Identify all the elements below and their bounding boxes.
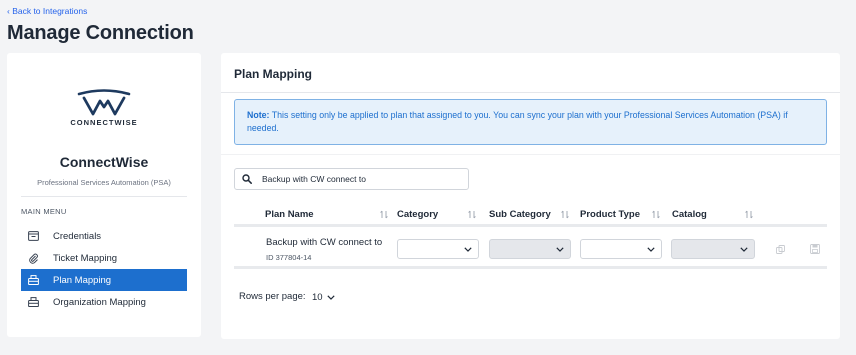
connectwise-logo: CONNECTWISE (7, 89, 201, 127)
column-header-sub-category[interactable]: Sub Category (489, 209, 551, 220)
column-header-catalog[interactable]: Catalog (672, 209, 707, 220)
rows-per-page-label: Rows per page: (239, 291, 306, 302)
sidebar-item-label: Organization Mapping (53, 296, 146, 308)
page-title: Manage Connection (7, 22, 194, 44)
plan-icon (27, 274, 39, 286)
section-divider (221, 154, 840, 155)
note-label: Note: (247, 110, 270, 120)
column-header-category[interactable]: Category (397, 209, 438, 220)
paperclip-icon (27, 252, 39, 264)
save-icon[interactable] (810, 244, 820, 254)
column-header-plan-name[interactable]: Plan Name (265, 209, 314, 220)
sidebar-item-credentials[interactable]: Credentials (21, 225, 187, 247)
sidebar-item-label: Credentials (53, 230, 102, 242)
category-select[interactable] (397, 239, 479, 259)
note-text: This setting only be applied to plan tha… (247, 110, 788, 133)
brand-name: ConnectWise (59, 154, 149, 170)
rows-per-page-select[interactable]: 10 (309, 289, 338, 305)
sidebar-item-label: Plan Mapping (53, 274, 112, 286)
search-box[interactable] (234, 168, 469, 190)
table-row: Backup with CW connect to ID 377804-14 (234, 229, 827, 269)
sub-category-select[interactable] (489, 239, 571, 259)
chevron-down-icon (647, 246, 655, 252)
menu-heading: MAIN MENU (21, 207, 67, 216)
connectwise-logo-mark (77, 89, 131, 116)
note-banner: Note: This setting only be applied to pl… (234, 99, 827, 145)
table-header: Plan Name Category Sub Category Product … (234, 202, 827, 227)
sidebar: CONNECTWISE ConnectWise Professional Ser… (7, 53, 201, 337)
card-title: Plan Mapping (234, 67, 312, 81)
organization-icon (27, 296, 39, 308)
back-to-integrations-link[interactable]: ‹ Back to Integrations (7, 6, 87, 16)
column-header-product-type[interactable]: Product Type (580, 209, 640, 220)
sort-icon[interactable] (561, 210, 569, 219)
sort-icon[interactable] (652, 210, 660, 219)
sidebar-item-plan-mapping[interactable]: Plan Mapping (21, 269, 187, 291)
search-input[interactable] (259, 174, 459, 184)
sort-icon[interactable] (745, 210, 753, 219)
product-type-select[interactable] (580, 239, 662, 259)
sidebar-item-organization-mapping[interactable]: Organization Mapping (21, 291, 187, 313)
title-divider (221, 92, 840, 93)
credentials-icon (27, 230, 39, 242)
sidebar-item-label: Ticket Mapping (53, 252, 118, 264)
brand-subtitle: Professional Services Automation (PSA) (37, 178, 171, 187)
sidebar-item-ticket-mapping[interactable]: Ticket Mapping (21, 247, 187, 269)
chevron-down-icon (556, 246, 564, 252)
plan-mapping-card: Plan Mapping Note: This setting only be … (221, 53, 840, 339)
logo-text: CONNECTWISE (70, 118, 138, 127)
chevron-down-icon (326, 294, 335, 300)
catalog-select[interactable] (671, 239, 755, 259)
chevron-down-icon (740, 246, 748, 252)
sort-icon[interactable] (468, 210, 476, 219)
search-icon (235, 174, 259, 184)
rows-per-page-value: 10 (312, 291, 323, 303)
sort-icon[interactable] (380, 210, 388, 219)
sync-icon[interactable] (775, 244, 785, 254)
plan-id: ID 377804-14 (266, 253, 312, 262)
sidebar-divider (21, 196, 187, 197)
plan-name: Backup with CW connect to (266, 237, 383, 248)
chevron-down-icon (464, 246, 472, 252)
